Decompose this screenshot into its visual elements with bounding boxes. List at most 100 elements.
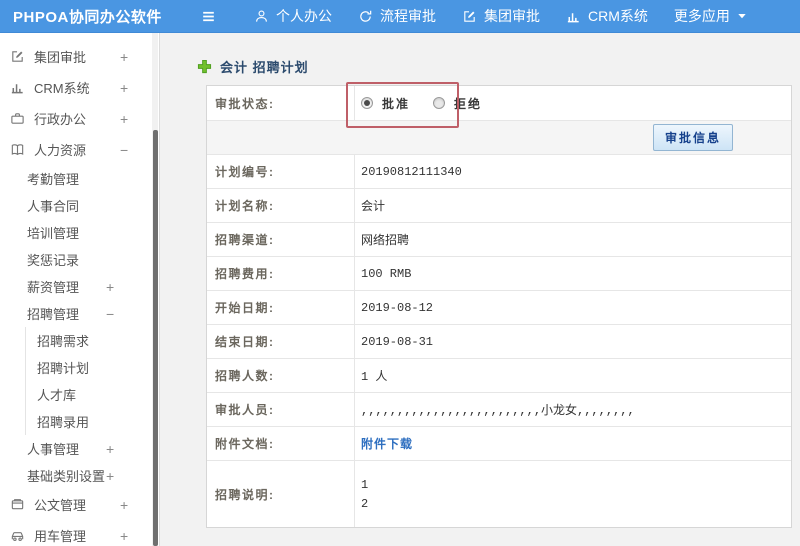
expand-toggle-icon[interactable]: +	[106, 279, 114, 295]
sidebar-item-4[interactable]: 人力资源 −	[0, 134, 159, 165]
sidebar-item-11[interactable]: 招聘需求	[0, 327, 159, 354]
field-row-1: 计划编号: 20190812111340	[207, 155, 791, 189]
field-value-line: 1	[361, 477, 369, 492]
expand-toggle-icon[interactable]: −	[120, 142, 128, 158]
sidebar-scrollbar-thumb[interactable]	[153, 130, 158, 546]
sidebar-item-label: 招聘管理	[27, 307, 80, 322]
person-icon	[254, 9, 269, 24]
field-label: 结束日期:	[207, 325, 355, 358]
field-value: 100 RMB	[361, 266, 412, 281]
field-label: 计划名称:	[207, 189, 355, 222]
green-plus-icon	[197, 59, 212, 74]
page-title: 会计 招聘计划	[220, 60, 309, 75]
sidebar-item-label: 招聘计划	[37, 361, 90, 376]
sidebar-item-label: 用车管理	[34, 529, 87, 544]
sidebar-item-label: 行政办公	[34, 112, 87, 127]
nav-item-1[interactable]: 个人办公	[241, 0, 345, 33]
bar-chart-icon	[566, 9, 581, 24]
sidebar-item-17[interactable]: 公文管理 +	[0, 489, 159, 520]
edit-square-icon	[10, 49, 25, 64]
sidebar-item-6[interactable]: 人事合同	[0, 192, 159, 219]
sidebar-item-7[interactable]: 培训管理	[0, 219, 159, 246]
approve-info-button[interactable]: 审批信息	[652, 124, 733, 151]
attachment-download-link[interactable]: 附件下载	[361, 435, 413, 452]
sidebar-item-9[interactable]: 薪资管理 +	[0, 273, 159, 300]
top-header: PHPOA协同办公软件 个人办公 流程审批 集团审批 CRM系统 更多应用	[0, 0, 800, 33]
sidebar-item-label: 奖惩记录	[27, 253, 80, 268]
sidebar-item-10[interactable]: 招聘管理 −	[0, 300, 159, 327]
field-rows: 计划编号: 20190812111340 计划名称: 会计 招聘渠道: 网络招聘 招聘费用:…	[207, 155, 791, 527]
field-label: 审批人员:	[207, 393, 355, 426]
status-radio-label-1: 批准	[382, 96, 411, 111]
sidebar: 集团审批 + CRM系统 + 行政办公 + 人力资源 − 考勤管理人事合同培训管理奖惩记录薪资管…	[0, 33, 160, 546]
expand-toggle-icon[interactable]: +	[120, 49, 128, 65]
field-label: 招聘渠道:	[207, 223, 355, 256]
field-row-7: 招聘人数: 1 人	[207, 359, 791, 393]
sidebar-scrollbar[interactable]	[152, 33, 158, 546]
title-row: 会计 招聘计划	[197, 57, 309, 76]
sidebar-item-label: 人力资源	[34, 143, 87, 158]
hamburger-menu-icon[interactable]	[200, 8, 217, 25]
field-row-9: 附件文档: 附件下载	[207, 427, 791, 461]
book-icon	[10, 142, 25, 157]
process-icon	[358, 9, 373, 24]
field-label: 计划编号:	[207, 155, 355, 188]
expand-toggle-icon[interactable]: +	[120, 528, 128, 544]
expand-toggle-icon[interactable]: +	[106, 441, 114, 457]
field-value: 2019-08-31	[361, 334, 434, 349]
field-value: 网络招聘	[361, 234, 410, 248]
expand-toggle-icon[interactable]: −	[106, 306, 114, 322]
field-row-6: 结束日期: 2019-08-31	[207, 325, 791, 359]
expand-toggle-icon[interactable]: +	[120, 497, 128, 513]
main-content: 会计 招聘计划 审批状态: 批准 拒绝 审批信息 计划编号: 20190812111…	[160, 33, 800, 546]
field-value: 12	[355, 461, 791, 527]
sidebar-item-16[interactable]: 基础类别设置 +	[0, 462, 159, 489]
nav-item-label: 集团审批	[484, 8, 540, 24]
car-icon	[10, 528, 25, 543]
sidebar-item-14[interactable]: 招聘录用	[0, 408, 159, 435]
nav-item-label: CRM系统	[588, 8, 648, 24]
sidebar-item-label: 集团审批	[34, 50, 87, 65]
nav-item-label: 更多应用	[673, 8, 730, 24]
sidebar-item-3[interactable]: 行政办公 +	[0, 103, 159, 134]
field-label: 招聘说明:	[207, 461, 355, 527]
sidebar-item-8[interactable]: 奖惩记录	[0, 246, 159, 273]
caret-down-icon	[737, 11, 747, 21]
field-row-4: 招聘费用: 100 RMB	[207, 257, 791, 291]
status-radio-1[interactable]	[361, 97, 373, 109]
status-radio-2[interactable]	[433, 97, 446, 109]
field-row-5: 开始日期: 2019-08-12	[207, 291, 791, 325]
app-logo: PHPOA协同办公软件	[13, 8, 162, 26]
sidebar-item-18[interactable]: 用车管理 +	[0, 520, 159, 546]
field-label: 开始日期:	[207, 291, 355, 324]
nav-item-label: 流程审批	[380, 8, 436, 24]
sidebar-item-2[interactable]: CRM系统 +	[0, 72, 159, 103]
sidebar-item-13[interactable]: 人才库	[0, 381, 159, 408]
sidebar-item-label: CRM系统	[34, 81, 90, 96]
field-value: 20190812111340	[361, 164, 462, 179]
nav-item-5[interactable]: 更多应用	[661, 0, 760, 33]
sidebar-item-5[interactable]: 考勤管理	[0, 165, 159, 192]
expand-toggle-icon[interactable]: +	[120, 80, 128, 96]
recruit-plan-detail-table: 审批状态: 批准 拒绝 审批信息 计划编号: 20190812111340 计划名称:…	[206, 85, 792, 528]
expand-toggle-icon[interactable]: +	[106, 468, 114, 484]
field-row-2: 计划名称: 会计	[207, 189, 791, 223]
field-label: 附件文档:	[207, 427, 355, 460]
status-label: 审批状态:	[207, 86, 355, 120]
sidebar-item-1[interactable]: 集团审批 +	[0, 41, 159, 72]
field-value: 会计	[361, 200, 386, 214]
field-value: 1 人	[361, 370, 388, 384]
nav-item-2[interactable]: 流程审批	[345, 0, 449, 33]
edit-square-icon	[462, 9, 477, 24]
sidebar-item-label: 人事合同	[27, 199, 80, 214]
sidebar-item-15[interactable]: 人事管理 +	[0, 435, 159, 462]
field-label: 招聘费用:	[207, 257, 355, 290]
field-row-8: 审批人员: ,,,,,,,,,,,,,,,,,,,,,,,,,小龙女,,,,,,,…	[207, 393, 791, 427]
nav-item-3[interactable]: 集团审批	[449, 0, 553, 33]
status-row: 审批状态: 批准 拒绝	[207, 86, 791, 121]
sidebar-item-12[interactable]: 招聘计划	[0, 354, 159, 381]
briefcase-icon	[10, 111, 25, 126]
nav-item-4[interactable]: CRM系统	[553, 0, 661, 33]
sidebar-item-label: 培训管理	[27, 226, 80, 241]
expand-toggle-icon[interactable]: +	[120, 111, 128, 127]
